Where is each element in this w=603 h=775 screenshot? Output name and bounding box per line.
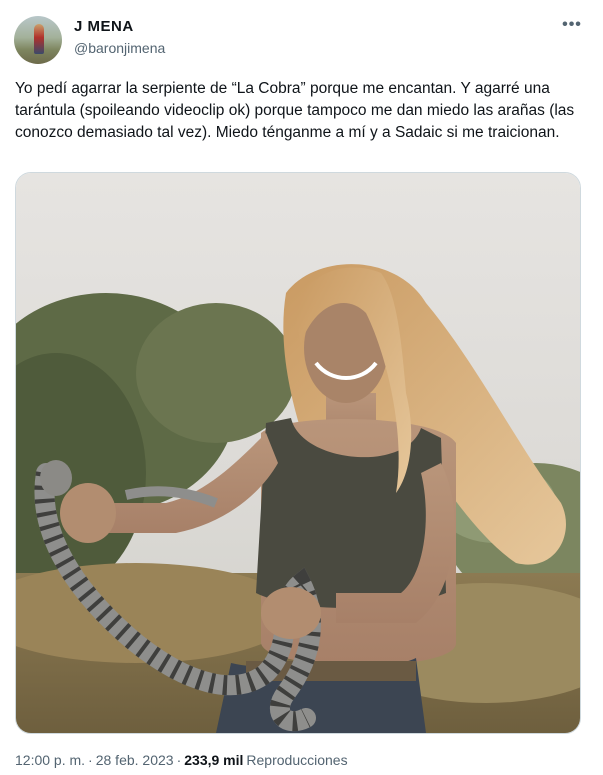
avatar-figure	[34, 24, 44, 54]
more-options-icon[interactable]: •••	[560, 16, 584, 36]
photo-illustration	[16, 173, 580, 733]
tweet-text: Yo pedí agarrar la serpiente de “La Cobr…	[15, 80, 575, 141]
tweet: J MENA @baronjimena ••• Yo pedí agarrar …	[0, 0, 603, 775]
author-handle[interactable]: @baronjimena	[74, 40, 165, 56]
avatar[interactable]	[14, 16, 62, 64]
author-display-name[interactable]: J MENA	[74, 18, 134, 35]
meta-separator: ·	[88, 752, 93, 768]
views-label[interactable]: Reproducciones	[246, 752, 347, 768]
tweet-meta: 12:00 p. m. · 28 feb. 2023 · 233,9 mil Reprod…	[15, 752, 348, 768]
tweet-date[interactable]: 28 feb. 2023	[96, 752, 174, 768]
tweet-media-photo[interactable]	[15, 172, 581, 734]
tweet-time[interactable]: 12:00 p. m.	[15, 752, 85, 768]
views-count[interactable]: 233,9 mil	[184, 752, 243, 768]
meta-separator-2: ·	[176, 752, 182, 768]
